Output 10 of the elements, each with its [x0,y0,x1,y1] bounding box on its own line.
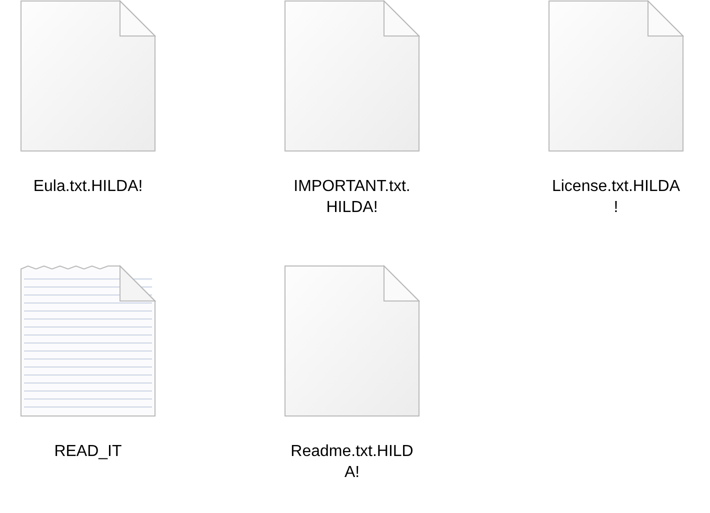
file-name[interactable]: IMPORTANT.txt. HILDA! [294,176,410,218]
lined-document-icon[interactable] [20,265,156,417]
blank-document-icon[interactable] [284,265,420,417]
blank-document-icon[interactable] [284,0,420,152]
file-name[interactable]: READ_IT [54,441,122,462]
file-name[interactable]: Readme.txt.HILD A! [290,441,414,483]
file-name[interactable]: Eula.txt.HILDA! [33,176,143,197]
blank-document-icon[interactable] [548,0,684,152]
blank-document-icon[interactable] [20,0,156,152]
file-name[interactable]: License.txt.HILDA ! [552,176,680,218]
